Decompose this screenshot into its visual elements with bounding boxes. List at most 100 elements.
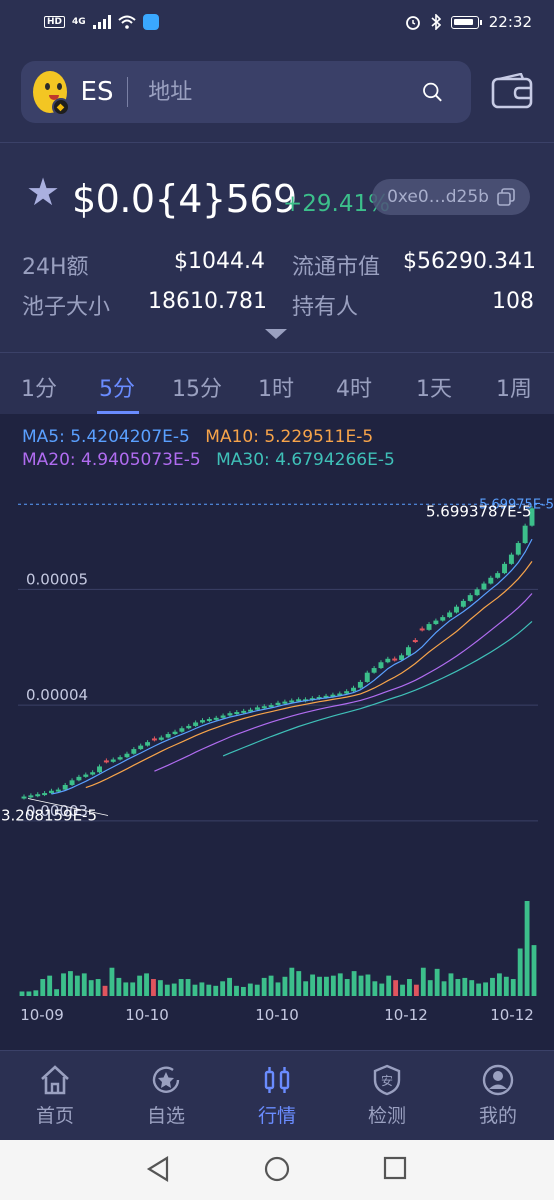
status-right: 22:32 [405, 13, 532, 31]
nav-profile-label: 我的 [478, 1105, 517, 1127]
volume-bar [510, 979, 516, 996]
tab-4h[interactable]: 4时 [336, 371, 372, 403]
candle [426, 624, 432, 630]
kline-chart-svg[interactable]: 0.000050.000040.000035.69975E-55.6993787… [0, 414, 554, 1050]
nav-favorites[interactable]: 自选 [126, 1063, 206, 1128]
back-icon[interactable] [146, 1156, 170, 1182]
volume-bar [137, 975, 143, 996]
recents-icon[interactable] [383, 1156, 407, 1180]
tab-5m[interactable]: 5分 [99, 371, 135, 403]
bottom-nav: 首页 自选 行情 安 检测 我的 [0, 1050, 554, 1140]
candle [268, 705, 274, 708]
token-logo-icon[interactable]: ◆ [33, 71, 70, 116]
candle [21, 796, 27, 799]
ma-legend: MA5: 5.4204207E-5 MA10: 5.229511E-5 MA20… [22, 426, 542, 472]
volume-bar [517, 948, 523, 996]
ma10-legend: MA10: 5.229511E-5 [205, 427, 374, 447]
volume-bar [164, 984, 170, 996]
nav-home[interactable]: 首页 [15, 1063, 95, 1128]
battery-icon [450, 15, 482, 29]
volume-bar [282, 976, 288, 996]
volume-bar [178, 979, 184, 996]
x-axis-label: 10-10 [255, 1006, 299, 1024]
bluetooth-icon [431, 14, 441, 30]
candle [447, 612, 453, 618]
candle [282, 701, 288, 704]
system-nav-bar [0, 1140, 554, 1200]
status-left: HD 4G [44, 14, 159, 30]
nav-profile[interactable]: 我的 [458, 1063, 538, 1128]
signal-icon [92, 15, 111, 29]
volume-bar [47, 975, 53, 996]
volume-bar [448, 973, 454, 996]
high-price-label: 5.6993787E-5 [426, 502, 532, 520]
nav-market-label: 行情 [257, 1105, 296, 1127]
address-search-input[interactable] [148, 79, 423, 105]
nav-security-check[interactable]: 安 检测 [347, 1063, 427, 1128]
x-axis-label: 10-09 [20, 1006, 64, 1024]
volume-bar [296, 971, 302, 996]
nav-security-check-label: 检测 [367, 1105, 406, 1127]
candle [145, 742, 151, 746]
candle [508, 554, 514, 564]
favorites-icon [152, 1066, 180, 1093]
candle [151, 738, 157, 741]
nav-market[interactable]: 行情 [237, 1063, 317, 1128]
candle [392, 658, 398, 661]
ma5-line [51, 538, 533, 795]
tab-1h[interactable]: 1时 [258, 371, 294, 403]
token-price: $0.0{4}569 [72, 177, 297, 221]
volume-bar [220, 981, 226, 996]
volume-bar [185, 979, 191, 996]
tab-15m[interactable]: 15分 [172, 371, 222, 403]
wallet-button[interactable] [491, 72, 533, 111]
volume-bar [324, 976, 329, 996]
candle [131, 749, 137, 754]
volume-bar [254, 984, 260, 996]
candle [117, 757, 123, 760]
tab-1d[interactable]: 1天 [416, 371, 452, 403]
tab-1m[interactable]: 1分 [21, 371, 57, 403]
candle [495, 573, 501, 578]
network-type: 4G [72, 17, 86, 27]
x-axis-label: 10-10 [125, 1006, 169, 1024]
candle [419, 628, 425, 631]
volume-bar [54, 989, 60, 996]
svg-text:安: 安 [381, 1073, 393, 1088]
volume-bar [386, 975, 392, 996]
volume-bar [434, 968, 440, 996]
tab-1w[interactable]: 1周 [496, 371, 532, 403]
x-axis-label: 10-12 [384, 1006, 428, 1024]
kline-chart[interactable]: 0.00005 0.00004 0.00003 5.69975E-5 5.6993787… [0, 414, 554, 1050]
volume-bar [213, 985, 219, 996]
candle [48, 790, 54, 794]
volume-bar [199, 982, 205, 996]
volume-bar [88, 980, 94, 996]
price-section: ★ $0.0{4}569 +29.41% 0xe0…d25b 24H额 $104… [0, 142, 554, 352]
candle [35, 794, 41, 797]
contract-address-pill[interactable]: 0xe0…d25b [372, 179, 530, 215]
volume-bar [268, 975, 274, 996]
x-axis-label: 10-12 [490, 1006, 534, 1024]
volume-bar [427, 980, 433, 996]
favorite-star-icon[interactable]: ★ [26, 173, 60, 211]
candle [234, 712, 240, 715]
volume-bar [310, 974, 316, 996]
volume-bar [483, 982, 488, 996]
home-circle-icon[interactable] [264, 1156, 290, 1182]
candle [351, 687, 356, 692]
search-icon[interactable] [422, 79, 443, 105]
candle [405, 647, 411, 656]
search-bar[interactable]: ◆ ES [21, 61, 471, 123]
candle [344, 691, 350, 694]
volume-bar [441, 981, 447, 996]
candle [55, 789, 61, 792]
copy-icon[interactable] [497, 188, 515, 206]
token-symbol[interactable]: ES [81, 77, 114, 107]
volume-bar [303, 981, 309, 996]
volume-bar [490, 977, 495, 996]
alarm-icon [405, 16, 420, 30]
volume-bar [496, 973, 502, 996]
ma30-line [222, 620, 533, 757]
expand-stats-arrow-icon[interactable] [265, 329, 287, 339]
